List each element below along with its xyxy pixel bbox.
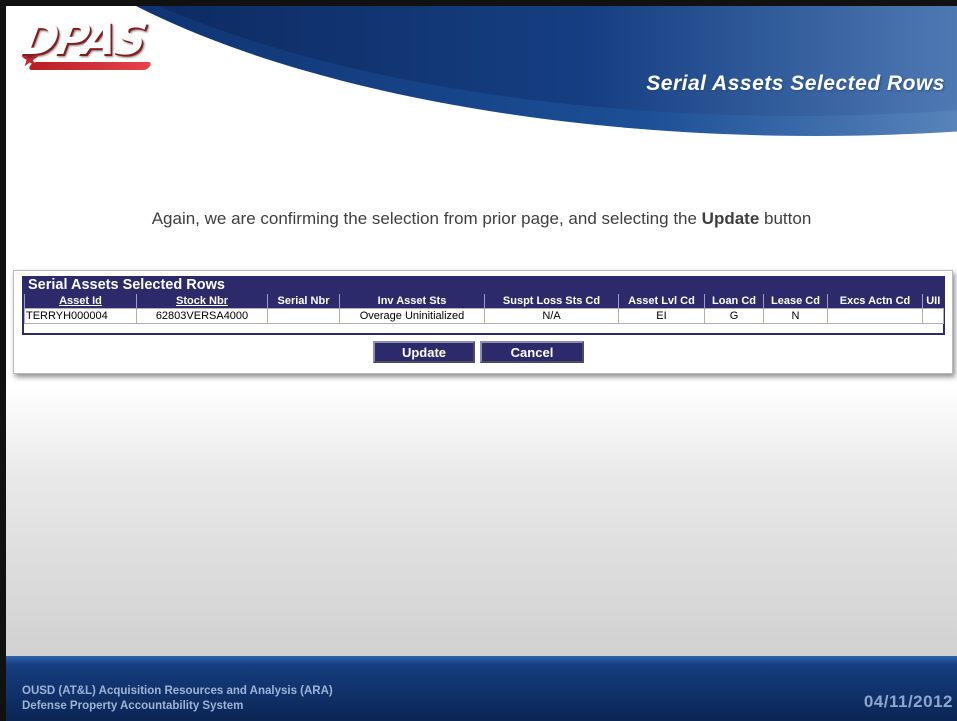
column-header-stock-nbr[interactable]: Stock Nbr: [136, 294, 268, 309]
footer-date: 04/11/2012: [863, 692, 953, 711]
update-button[interactable]: Update: [373, 341, 475, 363]
cancel-button[interactable]: Cancel: [480, 341, 584, 363]
instruction-bold: Update: [701, 209, 760, 228]
column-header-serial-nbr[interactable]: Serial Nbr: [267, 294, 340, 309]
slide: ★ DPAS Serial Assets Selected Rows Again…: [6, 6, 957, 721]
dpas-logo: ★ DPAS: [17, 14, 160, 76]
footer-org-line2: Defense Property Accountability System: [22, 700, 244, 712]
cell-serial-nbr: [267, 308, 340, 324]
slide-title: Serial Assets Selected Rows: [646, 72, 945, 95]
column-header-suspt-loss-sts-cd[interactable]: Suspt Loss Sts Cd: [484, 294, 619, 309]
panel-title: Serial Assets Selected Rows: [22, 276, 945, 294]
column-header-excs-actn-cd[interactable]: Excs Actn Cd: [827, 294, 923, 309]
column-header-asset-lvl-cd[interactable]: Asset Lvl Cd: [618, 294, 705, 309]
column-header-inv-asset-sts[interactable]: Inv Asset Sts: [339, 294, 485, 309]
cell-asset-lvl-cd: EI: [618, 308, 705, 324]
table-row: TERRYH000004 62803VERSA4000 Overage Unin…: [24, 308, 944, 324]
cell-asset-id: TERRYH000004: [24, 308, 137, 324]
table-header-row: Asset Id Stock Nbr Serial Nbr Inv Asset …: [24, 294, 944, 309]
cell-uii: [922, 308, 944, 324]
instruction-text: Again, we are confirming the selection f…: [6, 209, 957, 229]
column-header-lease-cd[interactable]: Lease Cd: [763, 294, 828, 309]
selected-rows-panel: Serial Assets Selected Rows Asset Id Sto…: [13, 270, 953, 374]
cell-loan-cd: G: [704, 308, 764, 324]
column-header-uii[interactable]: UII: [922, 294, 944, 309]
cell-stock-nbr: 62803VERSA4000: [136, 308, 268, 324]
cell-inv-asset-sts: Overage Uninitialized: [339, 308, 485, 324]
logo-text: DPAS: [17, 14, 149, 65]
cell-lease-cd: N: [763, 308, 828, 324]
column-header-asset-id[interactable]: Asset Id: [24, 294, 137, 309]
cell-suspt-loss-sts-cd: N/A: [484, 308, 619, 324]
instruction-post: button: [759, 209, 812, 228]
instruction-pre: Again, we are confirming the selection f…: [151, 209, 702, 228]
cell-excs-actn-cd: [827, 308, 923, 324]
footer: OUSD (AT&L) Acquisition Resources and An…: [6, 664, 957, 721]
footer-organization: OUSD (AT&L) Acquisition Resources and An…: [22, 684, 333, 714]
column-header-loan-cd[interactable]: Loan Cd: [704, 294, 764, 309]
selected-rows-table: Asset Id Stock Nbr Serial Nbr Inv Asset …: [24, 294, 944, 324]
logo-swoosh: [27, 62, 153, 70]
footer-org-line1: OUSD (AT&L) Acquisition Resources and An…: [22, 685, 333, 697]
